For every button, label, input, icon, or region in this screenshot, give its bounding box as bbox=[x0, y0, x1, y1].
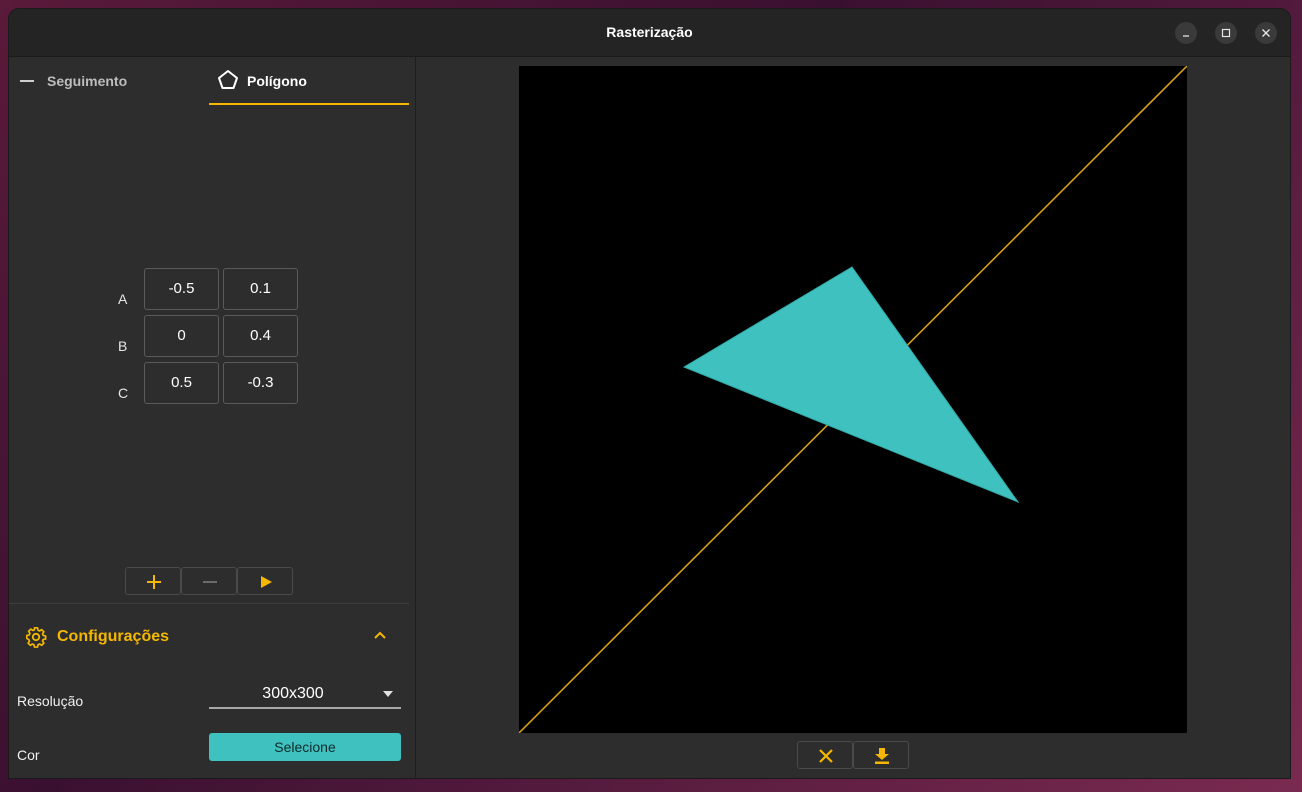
vertex-c-x-input[interactable]: 0.5 bbox=[144, 362, 219, 404]
close-button[interactable] bbox=[1255, 22, 1277, 44]
close-icon bbox=[819, 749, 833, 763]
config-header[interactable]: Configurações bbox=[9, 612, 409, 660]
tab-poligono-label: Polígono bbox=[247, 73, 307, 89]
vertex-a-x-input[interactable]: -0.5 bbox=[144, 268, 219, 310]
titlebar: Rasterização bbox=[9, 9, 1290, 57]
main-area bbox=[417, 57, 1290, 778]
gear-icon bbox=[26, 627, 47, 648]
draw-button[interactable] bbox=[237, 567, 293, 595]
vertex-b-x-input[interactable]: 0 bbox=[144, 315, 219, 357]
download-button[interactable] bbox=[853, 741, 909, 769]
sidebar: Seguimento Polígono A -0.5 0.1 B 0 0.4 C… bbox=[9, 57, 416, 778]
raster-drawing bbox=[519, 66, 1187, 733]
rasterized-triangle bbox=[682, 266, 1020, 504]
vertex-label-a: A bbox=[118, 291, 128, 307]
close-icon bbox=[1262, 29, 1270, 37]
plus-icon bbox=[147, 575, 161, 589]
resolution-value: 300x300 bbox=[262, 685, 324, 702]
remove-vertex-button[interactable] bbox=[181, 567, 237, 595]
clear-canvas-button[interactable] bbox=[797, 741, 853, 769]
app-window: Rasterização Seguimento Polígono A -0.5 … bbox=[9, 9, 1290, 778]
download-icon bbox=[875, 748, 889, 764]
minus-icon bbox=[203, 581, 217, 583]
color-label: Cor bbox=[17, 747, 40, 763]
minimize-icon bbox=[1183, 35, 1189, 37]
tab-seguimento-label: Seguimento bbox=[47, 73, 128, 89]
vertex-c-y-input[interactable]: -0.3 bbox=[223, 362, 298, 404]
vertex-a-y-input[interactable]: 0.1 bbox=[223, 268, 298, 310]
caret-down-icon bbox=[383, 691, 393, 697]
add-vertex-button[interactable] bbox=[125, 567, 181, 595]
raster-canvas[interactable] bbox=[519, 66, 1187, 733]
vertex-b-y-input[interactable]: 0.4 bbox=[223, 315, 298, 357]
canvas-toolbar bbox=[797, 741, 909, 769]
maximize-icon bbox=[1221, 28, 1231, 38]
divider bbox=[9, 603, 409, 604]
pentagon-icon bbox=[218, 70, 238, 89]
tab-poligono[interactable]: Polígono bbox=[209, 57, 409, 105]
vertex-toolbar bbox=[125, 567, 293, 595]
tab-seguimento[interactable]: Seguimento bbox=[9, 57, 209, 105]
line-icon bbox=[20, 80, 34, 82]
maximize-button[interactable] bbox=[1215, 22, 1237, 44]
config-title: Configurações bbox=[57, 628, 170, 645]
vertex-label-b: B bbox=[118, 338, 128, 354]
resolution-label: Resolução bbox=[17, 693, 84, 709]
minimize-button[interactable] bbox=[1175, 22, 1197, 44]
window-title: Rasterização bbox=[606, 24, 693, 40]
chevron-up-icon bbox=[374, 631, 386, 639]
resolution-select[interactable]: 300x300 bbox=[209, 679, 401, 709]
color-select-button[interactable]: Selecione bbox=[209, 733, 401, 761]
vertex-label-c: C bbox=[118, 385, 129, 401]
play-icon bbox=[261, 576, 272, 588]
